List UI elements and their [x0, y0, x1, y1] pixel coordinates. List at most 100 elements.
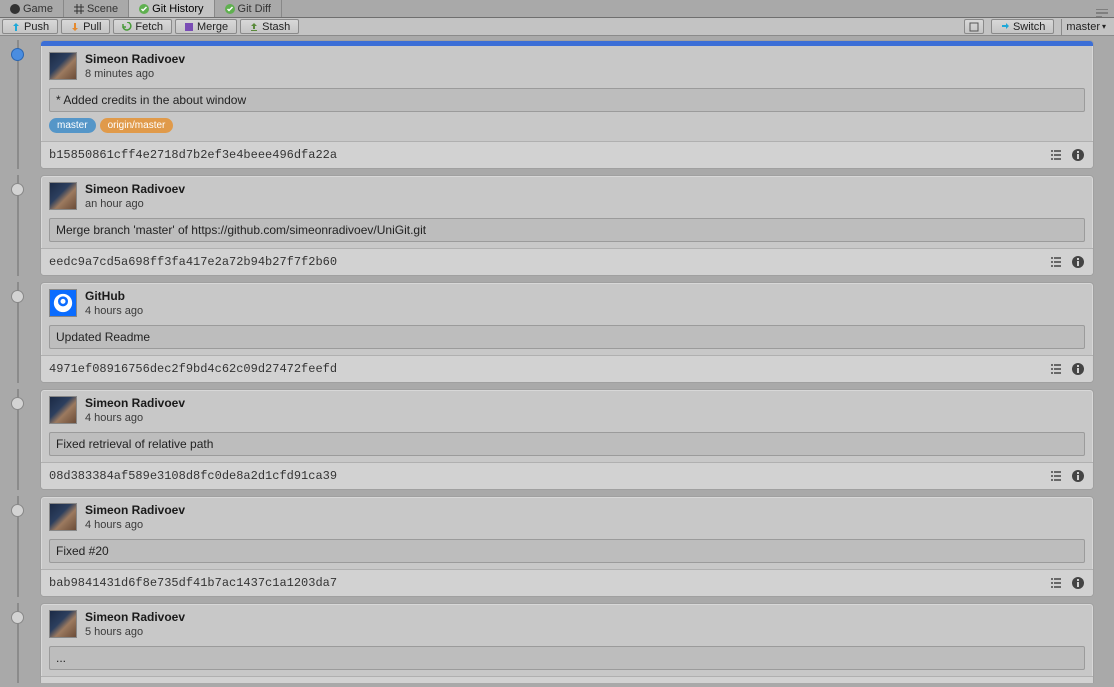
branch-label: master: [1066, 21, 1100, 33]
info-icon[interactable]: [1071, 255, 1085, 269]
info-icon[interactable]: [1071, 362, 1085, 376]
list-icon[interactable]: [1049, 362, 1063, 376]
timeline: [6, 603, 30, 683]
stash-button[interactable]: Stash: [240, 19, 299, 34]
commit-message: Fixed #20: [49, 539, 1085, 563]
tab-git-history[interactable]: Git History: [129, 0, 214, 17]
tab-menu-icon[interactable]: [1096, 9, 1114, 17]
pull-button[interactable]: Pull: [61, 19, 110, 34]
list-icon[interactable]: [1049, 576, 1063, 590]
commit-time: 5 hours ago: [85, 626, 185, 638]
commit-time: 8 minutes ago: [85, 68, 185, 80]
button-label: Stash: [262, 21, 290, 33]
commit-card[interactable]: Simeon Radivoev5 hours ago...abc: [40, 603, 1094, 683]
button-label: Fetch: [135, 21, 163, 33]
commit-message: ...: [49, 646, 1085, 670]
commit-message: Updated Readme: [49, 325, 1085, 349]
commit-hash: 4971ef08916756dec2f9bd4c62c09d27472feefd: [49, 362, 337, 376]
avatar: [49, 396, 77, 424]
tab-label: Game: [23, 3, 53, 15]
pull-icon: [70, 22, 80, 32]
tab-git-diff[interactable]: Git Diff: [215, 0, 282, 17]
push-button[interactable]: Push: [2, 19, 58, 34]
branch-tags: master origin/master: [41, 118, 1093, 141]
timeline-dot: [11, 397, 24, 410]
commit-card[interactable]: Simeon Radivoevan hour agoMerge branch '…: [40, 175, 1094, 276]
commit-message: Merge branch 'master' of https://github.…: [49, 218, 1085, 242]
view-button[interactable]: [964, 19, 984, 34]
stash-icon: [249, 22, 259, 32]
push-icon: [11, 22, 21, 32]
commit-row: Simeon Radivoev 4 hours ago Fixed #20 bab98…: [6, 496, 1094, 597]
timeline: [6, 496, 30, 597]
history-scroll[interactable]: Simeon Radivoev 8 minutes ago * Added cred…: [6, 40, 1098, 683]
check-icon: [225, 4, 235, 14]
timeline-dot: [11, 48, 24, 61]
timeline: [6, 40, 30, 169]
commit-row: Simeon Radivoevan hour agoMerge branch '…: [6, 175, 1094, 276]
commit-card[interactable]: Simeon Radivoev 4 hours ago Fixed #20 bab98…: [40, 496, 1094, 597]
tab-label: Git History: [152, 3, 203, 15]
author-name: Simeon Radivoev: [85, 52, 185, 66]
pacman-icon: [10, 4, 20, 14]
avatar: [49, 503, 77, 531]
commit-card[interactable]: GitHub 4 hours ago Updated Readme 4971ef089…: [40, 282, 1094, 383]
fetch-button[interactable]: Fetch: [113, 19, 172, 34]
square-icon: [969, 22, 979, 32]
avatar: [49, 289, 77, 317]
button-label: Pull: [83, 21, 101, 33]
commit-time: 4 hours ago: [85, 305, 143, 317]
commit-hash: eedc9a7cd5a698ff3fa417e2a72b94b27f7f2b60: [49, 255, 337, 269]
commit-card[interactable]: Simeon Radivoev 8 minutes ago * Added cred…: [40, 40, 1094, 169]
author-name: Simeon Radivoev: [85, 182, 185, 196]
author-name: Simeon Radivoev: [85, 396, 185, 410]
timeline: [6, 389, 30, 490]
avatar: [49, 52, 77, 80]
commit-message: * Added credits in the about window: [49, 88, 1085, 112]
author-name: Simeon Radivoev: [85, 503, 185, 517]
chevron-down-icon: ▾: [1102, 22, 1106, 31]
info-icon[interactable]: [1071, 576, 1085, 590]
switch-button[interactable]: Switch: [991, 19, 1054, 34]
button-label: Push: [24, 21, 49, 33]
commit-card[interactable]: Simeon Radivoev 4 hours ago Fixed retrieva…: [40, 389, 1094, 490]
commit-row: Simeon Radivoev 8 minutes ago * Added cred…: [6, 40, 1094, 169]
list-icon[interactable]: [1049, 255, 1063, 269]
commit-row: Simeon Radivoev5 hours ago...abc: [6, 603, 1094, 683]
commit-hash: b15850861cff4e2718d7b2ef3e4beee496dfa22a: [49, 148, 337, 162]
list-icon[interactable]: [1049, 469, 1063, 483]
commit-row: Simeon Radivoev 4 hours ago Fixed retrieva…: [6, 389, 1094, 490]
timeline: [6, 175, 30, 276]
commit-time: 4 hours ago: [85, 519, 185, 531]
tab-label: Scene: [87, 3, 118, 15]
list-icon[interactable]: [1049, 148, 1063, 162]
button-label: Switch: [1013, 21, 1045, 33]
timeline: [6, 282, 30, 383]
check-icon: [139, 4, 149, 14]
tab-label: Git Diff: [238, 3, 271, 15]
button-label: Merge: [197, 21, 228, 33]
commit-message: Fixed retrieval of relative path: [49, 432, 1085, 456]
timeline-dot: [11, 183, 24, 196]
tab-game[interactable]: Game: [0, 0, 64, 17]
branch-tag-local[interactable]: master: [49, 118, 96, 133]
timeline-dot: [11, 504, 24, 517]
merge-button[interactable]: Merge: [175, 19, 237, 34]
branch-tag-remote[interactable]: origin/master: [100, 118, 174, 133]
switch-icon: [1000, 22, 1010, 32]
author-name: Simeon Radivoev: [85, 610, 185, 624]
merge-icon: [184, 22, 194, 32]
info-icon[interactable]: [1071, 469, 1085, 483]
info-icon[interactable]: [1071, 148, 1085, 162]
branch-dropdown[interactable]: master ▾: [1061, 19, 1110, 35]
avatar: [49, 182, 77, 210]
tab-scene[interactable]: Scene: [64, 0, 129, 17]
timeline-dot: [11, 611, 24, 624]
avatar: [49, 610, 77, 638]
author-name: GitHub: [85, 289, 143, 303]
commit-time: 4 hours ago: [85, 412, 185, 424]
history-panel: Simeon Radivoev 8 minutes ago * Added cred…: [0, 36, 1114, 687]
commit-hash: bab9841431d6f8e735df41b7ac1437c1a1203da7: [49, 576, 337, 590]
commit-hash: 08d383384af589e3108d8fc0de8a2d1cfd91ca39: [49, 469, 337, 483]
grid-icon: [74, 4, 84, 14]
